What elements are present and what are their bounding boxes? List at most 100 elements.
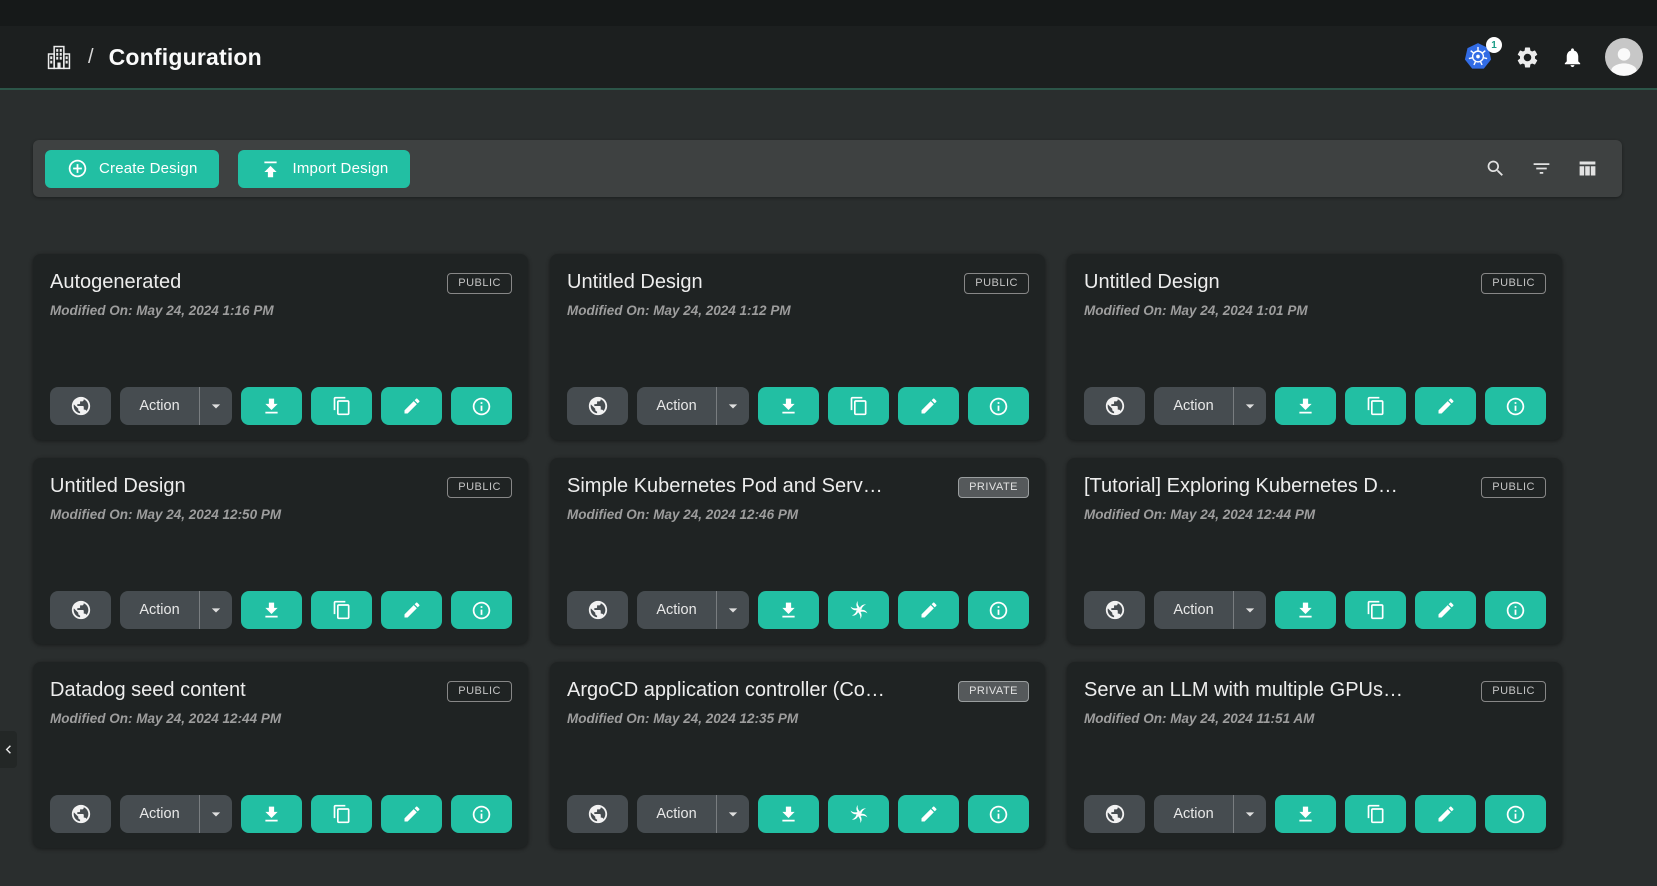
info-button[interactable] — [1485, 795, 1546, 833]
card-modified: Modified On: May 24, 2024 12:46 PM — [567, 507, 1029, 522]
publish-toggle-button[interactable] — [567, 795, 628, 833]
edit-button[interactable] — [381, 387, 442, 425]
info-button[interactable] — [1485, 387, 1546, 425]
clone-button[interactable] — [1345, 387, 1406, 425]
action-split-button[interactable]: Action — [120, 591, 232, 629]
action-dropdown-toggle[interactable] — [1233, 387, 1266, 425]
filter-icon[interactable] — [1529, 156, 1554, 181]
download-button[interactable] — [758, 795, 819, 833]
edit-icon — [1436, 804, 1456, 824]
info-button[interactable] — [968, 387, 1029, 425]
edit-button[interactable] — [381, 591, 442, 629]
notifications-bell-icon[interactable] — [1561, 46, 1584, 69]
clone-button[interactable] — [828, 387, 889, 425]
action-button-label[interactable]: Action — [1154, 387, 1233, 425]
edit-icon — [919, 396, 939, 416]
edit-button[interactable] — [898, 387, 959, 425]
action-dropdown-toggle[interactable] — [1233, 795, 1266, 833]
import-design-button[interactable]: Import Design — [238, 150, 410, 188]
info-button[interactable] — [968, 591, 1029, 629]
action-split-button[interactable]: Action — [637, 795, 749, 833]
publish-toggle-button[interactable] — [567, 591, 628, 629]
settings-gear-icon[interactable] — [1515, 45, 1540, 70]
action-dropdown-toggle[interactable] — [199, 387, 232, 425]
info-button[interactable] — [451, 387, 512, 425]
action-button-label[interactable]: Action — [637, 591, 716, 629]
action-dropdown-toggle[interactable] — [716, 795, 749, 833]
action-button-label[interactable]: Action — [120, 795, 199, 833]
card-modified: Modified On: May 24, 2024 1:12 PM — [567, 303, 1029, 318]
clone-button[interactable] — [1345, 795, 1406, 833]
kubernetes-context-button[interactable]: 1 — [1464, 42, 1494, 72]
visibility-badge: PUBLIC — [447, 273, 512, 294]
clone-button[interactable] — [311, 795, 372, 833]
action-dropdown-toggle[interactable] — [199, 795, 232, 833]
action-split-button[interactable]: Action — [1154, 591, 1266, 629]
download-button[interactable] — [758, 387, 819, 425]
action-button-label[interactable]: Action — [120, 591, 199, 629]
copy-icon — [332, 804, 352, 824]
edit-button[interactable] — [381, 795, 442, 833]
avatar[interactable] — [1605, 38, 1643, 76]
card-actions: Action — [50, 795, 512, 833]
caret-down-icon — [723, 804, 743, 824]
action-split-button[interactable]: Action — [1154, 795, 1266, 833]
publish-toggle-button[interactable] — [1084, 591, 1145, 629]
clone-button[interactable] — [828, 795, 889, 833]
action-button-label[interactable]: Action — [1154, 591, 1233, 629]
card-title: Untitled Design — [1084, 271, 1220, 294]
edit-button[interactable] — [898, 795, 959, 833]
download-button[interactable] — [241, 387, 302, 425]
publish-toggle-button[interactable] — [50, 387, 111, 425]
publish-toggle-button[interactable] — [1084, 387, 1145, 425]
caret-down-icon — [206, 804, 226, 824]
action-split-button[interactable]: Action — [120, 387, 232, 425]
publish-toggle-button[interactable] — [1084, 795, 1145, 833]
info-button[interactable] — [451, 591, 512, 629]
info-button[interactable] — [1485, 591, 1546, 629]
download-button[interactable] — [241, 591, 302, 629]
globe-icon — [587, 599, 609, 621]
action-split-button[interactable]: Action — [637, 591, 749, 629]
create-design-button[interactable]: Create Design — [45, 150, 219, 188]
publish-toggle-button[interactable] — [50, 795, 111, 833]
edit-button[interactable] — [1415, 795, 1476, 833]
publish-toggle-button[interactable] — [567, 387, 628, 425]
caret-down-icon — [1240, 396, 1260, 416]
action-button-label[interactable]: Action — [637, 795, 716, 833]
action-dropdown-toggle[interactable] — [1233, 591, 1266, 629]
search-icon[interactable] — [1483, 156, 1508, 181]
action-split-button[interactable]: Action — [637, 387, 749, 425]
info-button[interactable] — [968, 795, 1029, 833]
clone-button[interactable] — [311, 387, 372, 425]
action-split-button[interactable]: Action — [120, 795, 232, 833]
publish-toggle-button[interactable] — [50, 591, 111, 629]
table-view-icon[interactable] — [1575, 156, 1600, 181]
download-button[interactable] — [1275, 591, 1336, 629]
download-button[interactable] — [758, 591, 819, 629]
collapse-drawer-button[interactable] — [0, 731, 17, 768]
action-button-label[interactable]: Action — [120, 387, 199, 425]
action-dropdown-toggle[interactable] — [716, 591, 749, 629]
action-button-label[interactable]: Action — [1154, 795, 1233, 833]
toolbar-right-icons — [1483, 156, 1600, 181]
edit-button[interactable] — [1415, 387, 1476, 425]
action-dropdown-toggle[interactable] — [716, 387, 749, 425]
card-title: Serve an LLM with multiple GPUs… — [1084, 679, 1403, 702]
edit-button[interactable] — [1415, 591, 1476, 629]
card-title: Simple Kubernetes Pod and Serv… — [567, 475, 883, 498]
info-button[interactable] — [451, 795, 512, 833]
clone-button[interactable] — [828, 591, 889, 629]
clone-button[interactable] — [311, 591, 372, 629]
download-button[interactable] — [1275, 387, 1336, 425]
card-actions: Action — [567, 591, 1029, 629]
action-button-label[interactable]: Action — [637, 387, 716, 425]
action-split-button[interactable]: Action — [1154, 387, 1266, 425]
download-button[interactable] — [1275, 795, 1336, 833]
edit-button[interactable] — [898, 591, 959, 629]
globe-icon — [70, 395, 92, 417]
organization-icon[interactable] — [45, 43, 73, 71]
clone-button[interactable] — [1345, 591, 1406, 629]
action-dropdown-toggle[interactable] — [199, 591, 232, 629]
download-button[interactable] — [241, 795, 302, 833]
